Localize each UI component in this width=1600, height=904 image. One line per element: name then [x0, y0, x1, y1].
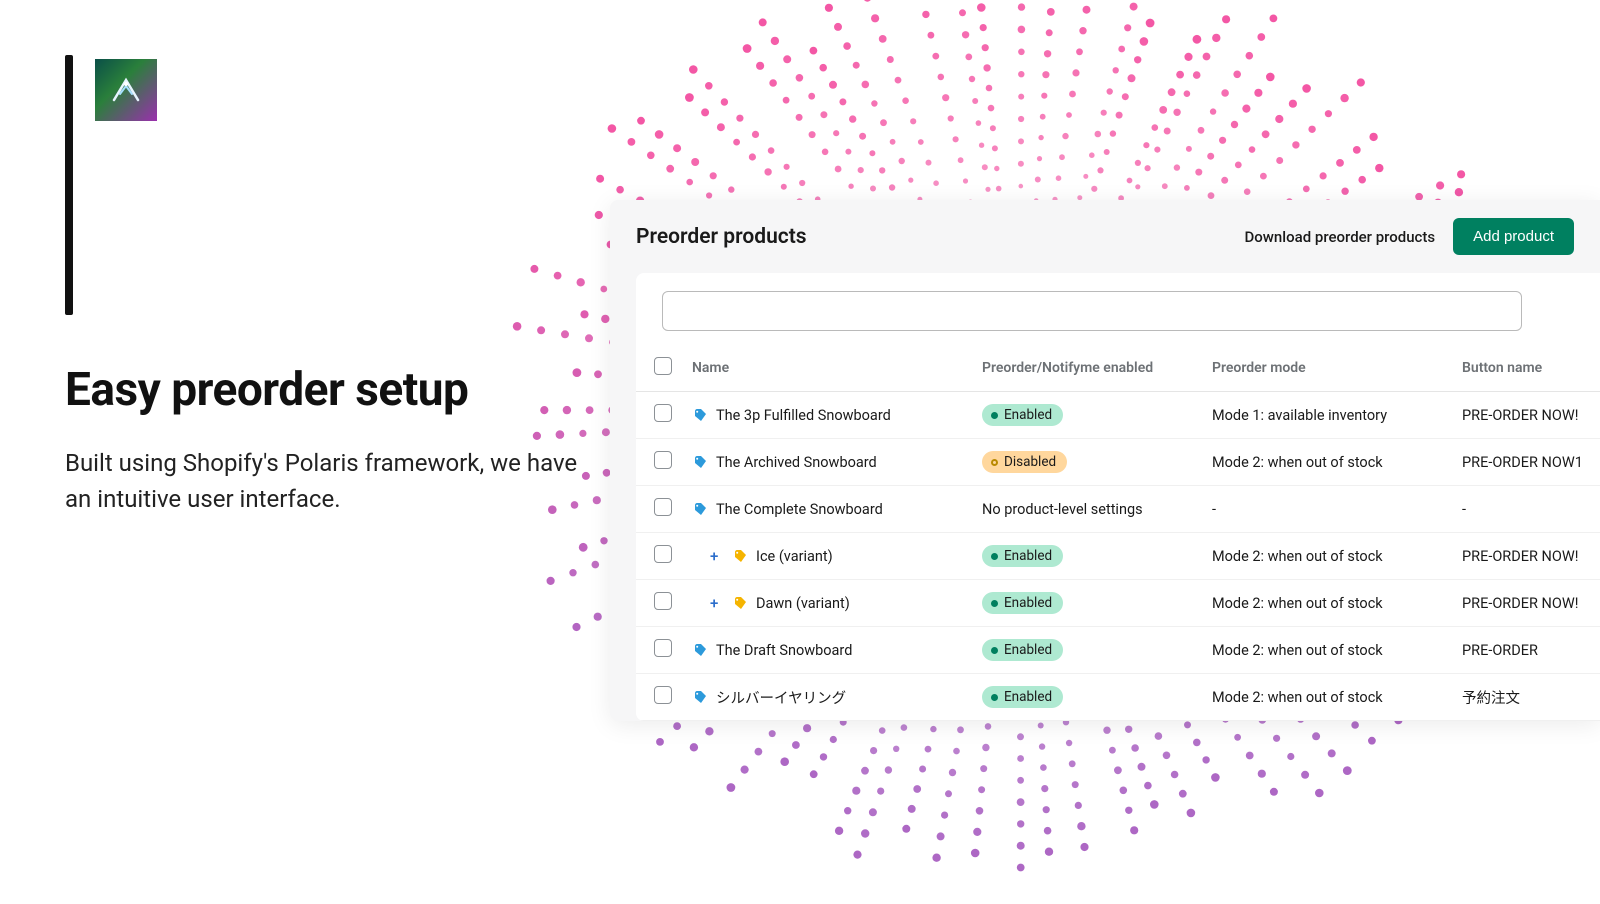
page-heading: Easy preorder setup — [65, 363, 605, 417]
button-name-cell: 予約注文 — [1452, 674, 1600, 721]
product-name: Ice (variant) — [756, 548, 833, 565]
status-badge-enabled: Enabled — [982, 686, 1063, 708]
row-checkbox[interactable] — [654, 451, 672, 469]
preorder-mode-cell: Mode 2: when out of stock — [1202, 627, 1452, 674]
expand-plus-icon[interactable]: + — [710, 547, 724, 565]
table-row[interactable]: The 3p Fulfilled Snowboard Enabled Mode 1… — [636, 392, 1600, 439]
page-subheading: Built using Shopify's Polaris framework,… — [65, 445, 605, 517]
preorder-panel: Preorder products Download preorder prod… — [610, 200, 1600, 721]
tag-blue-icon — [692, 642, 708, 658]
status-badge-disabled: Disabled — [982, 451, 1067, 473]
preorder-mode-cell: Mode 2: when out of stock — [1202, 674, 1452, 721]
status-badge-enabled: Enabled — [982, 639, 1063, 661]
product-name: シルバーイヤリング — [716, 687, 846, 708]
column-header-status[interactable]: Preorder/Notifyme enabled — [972, 347, 1202, 392]
row-checkbox[interactable] — [654, 498, 672, 516]
button-name-cell: PRE-ORDER NOW! — [1452, 533, 1600, 580]
table-row[interactable]: + Ice (variant) Enabled Mode 2: when out … — [636, 533, 1600, 580]
row-checkbox[interactable] — [654, 404, 672, 422]
table-row[interactable]: シルバーイヤリング Enabled Mode 2: when out of sto… — [636, 674, 1600, 721]
button-name-cell: PRE-ORDER NOW! — [1452, 392, 1600, 439]
preorder-mode-cell: Mode 1: available inventory — [1202, 392, 1452, 439]
tag-blue-icon — [692, 501, 708, 517]
button-name-cell: - — [1452, 486, 1600, 533]
select-all-checkbox[interactable] — [654, 357, 672, 375]
add-product-button[interactable]: Add product — [1453, 218, 1574, 255]
preorder-mode-cell: Mode 2: when out of stock — [1202, 580, 1452, 627]
expand-plus-icon[interactable]: + — [710, 594, 724, 612]
status-badge-enabled: Enabled — [982, 545, 1063, 567]
preorder-mode-cell: Mode 2: when out of stock — [1202, 533, 1452, 580]
tag-yellow-icon — [732, 548, 748, 564]
tag-blue-icon — [692, 454, 708, 470]
tag-blue-icon — [692, 407, 708, 423]
product-name: The 3p Fulfilled Snowboard — [716, 407, 891, 424]
table-row[interactable]: The Draft Snowboard Enabled Mode 2: when … — [636, 627, 1600, 674]
product-name: Dawn (variant) — [756, 595, 850, 612]
button-name-cell: PRE-ORDER — [1452, 627, 1600, 674]
row-checkbox[interactable] — [654, 592, 672, 610]
column-header-name[interactable]: Name — [682, 347, 972, 392]
table-row[interactable]: The Archived Snowboard Disabled Mode 2: w… — [636, 439, 1600, 486]
product-name: The Complete Snowboard — [716, 501, 883, 518]
search-input[interactable] — [662, 291, 1522, 331]
product-name: The Archived Snowboard — [716, 454, 877, 471]
tag-yellow-icon — [732, 595, 748, 611]
table-row[interactable]: + Dawn (variant) Enabled Mode 2: when out… — [636, 580, 1600, 627]
column-header-button[interactable]: Button name — [1452, 347, 1600, 392]
button-name-cell: PRE-ORDER NOW1 — [1452, 439, 1600, 486]
product-name: The Draft Snowboard — [716, 642, 852, 659]
preorder-mode-cell: - — [1202, 486, 1452, 533]
row-checkbox[interactable] — [654, 639, 672, 657]
button-name-cell: PRE-ORDER NOW! — [1452, 580, 1600, 627]
products-table: Name Preorder/Notifyme enabled Preorder … — [636, 347, 1600, 721]
status-badge-enabled: Enabled — [982, 592, 1063, 614]
accent-bar — [65, 55, 73, 315]
row-checkbox[interactable] — [654, 686, 672, 704]
row-checkbox[interactable] — [654, 545, 672, 563]
status-badge-enabled: Enabled — [982, 404, 1063, 426]
column-header-mode[interactable]: Preorder mode — [1202, 347, 1452, 392]
panel-title: Preorder products — [636, 225, 807, 249]
preorder-mode-cell: Mode 2: when out of stock — [1202, 439, 1452, 486]
table-row[interactable]: The Complete Snowboard No product-level … — [636, 486, 1600, 533]
app-logo — [95, 59, 157, 121]
download-preorder-products-link[interactable]: Download preorder products — [1245, 228, 1436, 246]
tag-blue-icon — [692, 689, 708, 705]
status-none-text: No product-level settings — [982, 501, 1143, 518]
